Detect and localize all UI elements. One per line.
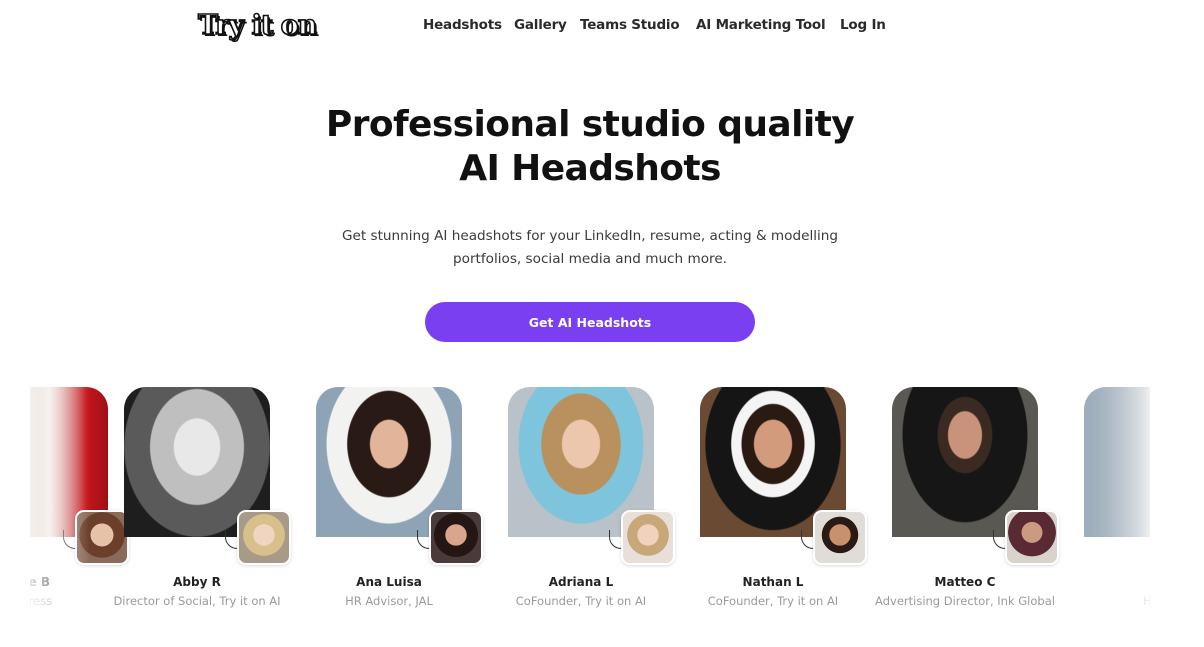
person-card[interactable]: Ar HR A (1082, 380, 1150, 620)
person-role: Advertising Director, Ink Global (875, 594, 1055, 608)
person-role: Director of Social, Try it on AI (113, 594, 281, 608)
hero-subtitle: Get stunning AI headshots for your Linke… (0, 225, 1180, 271)
hero-title-line2: AI Headshots (459, 148, 721, 189)
selfie-thumbnail (75, 510, 129, 565)
selfie-thumbnail (237, 510, 291, 565)
person-card[interactable]: Matteo C Advertising Director, Ink Globa… (875, 380, 1080, 620)
nav-gallery[interactable]: Gallery (514, 17, 567, 33)
selfie-thumbnail (813, 510, 867, 565)
person-name: Ar (1062, 575, 1150, 589)
top-nav: Headshots Gallery Teams Studio AI Market… (0, 17, 1204, 37)
person-card[interactable]: Abby R Director of Social, Try it on AI (113, 380, 312, 620)
person-card[interactable]: Ana Luisa HR Advisor, JAL (314, 380, 504, 620)
testimonial-carousel[interactable]: ne B ctress Abby R Director of Social, T… (30, 380, 1150, 620)
person-name: Abby R (173, 575, 221, 589)
nav-teams-studio[interactable]: Teams Studio (580, 17, 680, 33)
hero-title: Professional studio quality AI Headshots (0, 103, 1180, 191)
person-name: Nathan L (742, 575, 804, 589)
person-name: Ana Luisa (356, 575, 422, 589)
hero-subtitle-line2: portfolios, social media and much more. (453, 251, 727, 267)
person-role: CoFounder, Try it on AI (707, 594, 839, 608)
selfie-thumbnail (429, 510, 483, 565)
person-card[interactable]: Nathan L CoFounder, Try it on AI (698, 380, 888, 620)
selfie-thumbnail (1005, 510, 1059, 565)
nav-headshots[interactable]: Headshots (423, 17, 502, 33)
person-role: HR A (1142, 594, 1150, 608)
nav-ai-marketing-tool[interactable]: AI Marketing Tool (696, 17, 826, 33)
selfie-thumbnail (621, 510, 675, 565)
hero-title-line1: Professional studio quality (325, 104, 855, 145)
person-role: HR Advisor, JAL (345, 594, 433, 608)
person-card[interactable]: Adriana L CoFounder, Try it on AI (506, 380, 696, 620)
nav-log-in[interactable]: Log In (840, 17, 886, 33)
person-role: CoFounder, Try it on AI (515, 594, 647, 608)
headshot-photo (1084, 387, 1150, 537)
hero-subtitle-line1: Get stunning AI headshots for your Linke… (341, 228, 839, 244)
person-name: Adriana L (548, 575, 614, 589)
person-name: Matteo C (934, 575, 996, 589)
get-ai-headshots-button[interactable]: Get AI Headshots (425, 302, 755, 342)
